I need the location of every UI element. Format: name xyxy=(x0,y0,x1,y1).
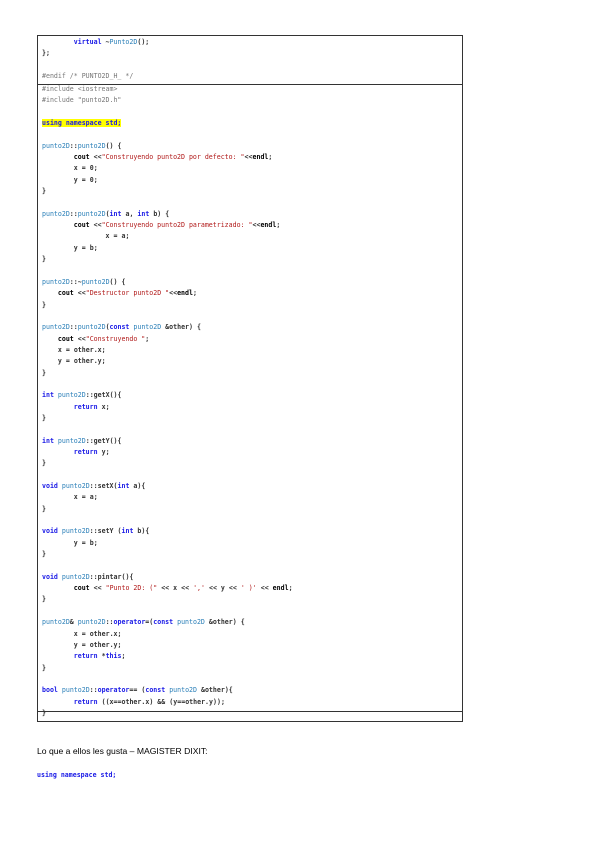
code-line: cout <<"Construyendo punto2D por defecto… xyxy=(73,153,273,162)
code-line: void punto2D::pintar(){ xyxy=(42,572,134,581)
code-line: x = a; xyxy=(105,232,130,241)
code-line: } xyxy=(42,663,46,672)
code-line: cout <<"Destructor punto2D "<<endl; xyxy=(57,289,197,298)
code-line: bool punto2D::operator== (const punto2D … xyxy=(42,686,233,695)
code-line: int punto2D::getX(){ xyxy=(42,391,122,400)
code-line: } xyxy=(42,504,46,513)
code-line: x = 0; xyxy=(73,164,98,173)
code-line: } xyxy=(42,300,46,309)
code-line: punto2D& punto2D::operator=(const punto2… xyxy=(42,618,245,627)
code-listing-main: #include <iostream> #include "punto2D.h"… xyxy=(42,84,293,719)
code-line: } xyxy=(42,255,46,264)
code-line: cout << "Punto 2D: (" << x << ',' << y <… xyxy=(73,584,293,593)
code-line: } xyxy=(42,187,46,196)
code-line: y = 0; xyxy=(73,175,98,184)
code-line: x = other.x; xyxy=(73,629,122,638)
code-line: punto2D::punto2D(const punto2D &other) { xyxy=(42,323,201,332)
tail-code-line: using namespace std; xyxy=(37,771,117,779)
code-line: } xyxy=(42,368,46,377)
code-listing-header: virtual ~Punto2D(); }; #endif /* PUNTO2D… xyxy=(42,37,149,82)
code-line: #include <iostream> xyxy=(42,85,118,93)
code-line: }; xyxy=(42,49,50,58)
code-line: return x; xyxy=(73,402,110,411)
code-line: x = a; xyxy=(73,493,98,502)
code-line: } xyxy=(42,413,46,422)
code-line: void punto2D::setY (int b){ xyxy=(42,527,150,536)
code-line: y = other.y; xyxy=(73,640,122,649)
code-line: void punto2D::setX(int a){ xyxy=(42,482,146,491)
code-line: } xyxy=(42,595,46,604)
code-block-footer-row xyxy=(37,711,463,722)
code-line: punto2D::punto2D() { xyxy=(42,141,122,150)
code-line: #endif /* PUNTO2D_H_ */ xyxy=(42,72,134,81)
code-line: } xyxy=(42,550,46,559)
code-line: y = other.y; xyxy=(57,357,106,366)
code-line: int punto2D::getY(){ xyxy=(42,436,122,445)
code-line: punto2D::punto2D(int a, int b) { xyxy=(42,209,170,218)
code-line: cout <<"Construyendo "; xyxy=(57,334,150,343)
code-line: } xyxy=(42,459,46,468)
code-line: y = b; xyxy=(73,243,98,252)
code-line: return ((x==other.x) && (y==other.y)); xyxy=(73,697,225,706)
code-line: punto2D::~punto2D() { xyxy=(42,277,126,286)
code-line: x = other.x; xyxy=(57,345,106,354)
code-line: y = b; xyxy=(73,538,98,547)
section-caption: Lo que a ellos les gusta – MAGISTER DIXI… xyxy=(37,746,208,756)
code-line: virtual ~Punto2D(); xyxy=(73,38,150,46)
code-line: using namespace std; xyxy=(42,119,122,128)
code-line: return *this; xyxy=(73,652,126,661)
code-line: cout <<"Construyendo punto2D parametriza… xyxy=(73,221,281,230)
code-line: #include "punto2D.h" xyxy=(42,96,122,105)
code-line: return y; xyxy=(73,448,110,456)
